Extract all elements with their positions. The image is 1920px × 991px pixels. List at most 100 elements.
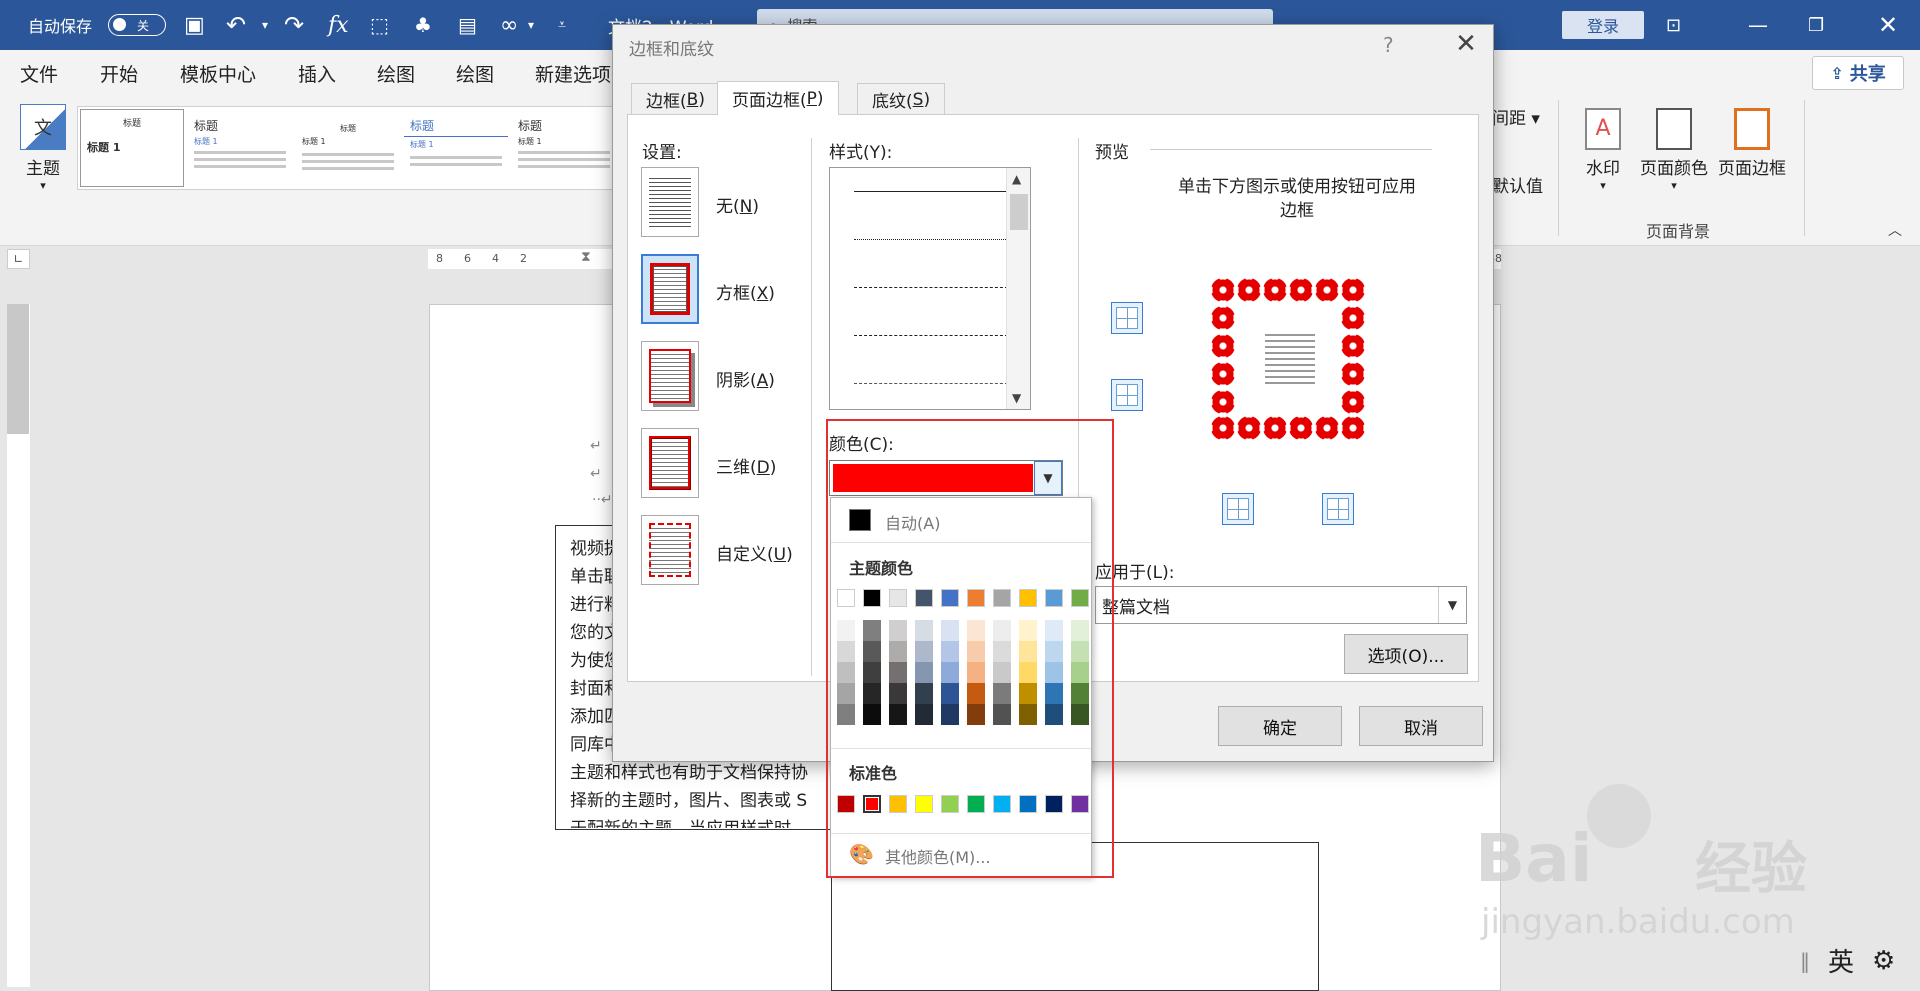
help-icon[interactable]: ? [1383, 33, 1394, 57]
login-button[interactable]: 登录 [1562, 11, 1644, 39]
bottom-border-button[interactable] [1111, 379, 1143, 411]
minimize-icon[interactable]: — [1748, 0, 1768, 50]
options-button[interactable]: 选项(O)... [1344, 634, 1468, 674]
ime-language-label[interactable]: 英 [1828, 942, 1854, 979]
customize-toolbar-icon[interactable]: ⩡ [558, 0, 566, 50]
style-set-item[interactable]: 标题 标题 1 [404, 109, 508, 187]
flower-border-art [1315, 416, 1339, 440]
style-option-dash[interactable] [854, 335, 1018, 336]
page-border-button[interactable]: 页面边框 [1714, 108, 1790, 179]
page-color-button[interactable]: 页面颜色 ▾ [1636, 108, 1712, 192]
apply-to-dropdown[interactable]: 整篇文档 ▼ [1095, 586, 1467, 624]
close-icon[interactable]: ✕ [1449, 29, 1483, 63]
more-dropdown-icon[interactable]: ▾ [528, 0, 534, 50]
tab-shading[interactable]: 底纹(S) [857, 83, 946, 115]
paragraph-mark: ↵ [590, 438, 602, 454]
redo-icon[interactable]: ↷ [284, 0, 304, 50]
flower-border-art [1263, 416, 1287, 440]
border-preview[interactable] [1211, 278, 1366, 440]
style-option-dash-dot[interactable] [854, 383, 1018, 384]
flower-border-art [1211, 390, 1235, 414]
style-set-item[interactable]: 标题 标题 1 [188, 109, 292, 187]
flower-border-art [1341, 306, 1365, 330]
style-set-heading: 标题 1 [302, 137, 326, 146]
watermark-label: 水印 [1586, 159, 1620, 179]
right-border-button[interactable] [1322, 493, 1354, 525]
flower-border-art [1237, 278, 1261, 302]
vertical-ruler[interactable] [7, 304, 30, 987]
flower-border-art [1237, 416, 1261, 440]
page-border-icon [1734, 108, 1770, 150]
setting-none-label[interactable]: 无(N) [716, 192, 759, 217]
close-window-icon[interactable]: ✕ [1878, 0, 1898, 50]
scroll-down-icon[interactable]: ▼ [1012, 391, 1021, 405]
tab-selector-icon[interactable]: ∟ [7, 249, 30, 269]
tab-new-options[interactable]: 新建选项 [535, 60, 611, 87]
spacing-button[interactable]: 间距 ▾ [1492, 104, 1540, 129]
tab-draw[interactable]: 绘图 [377, 60, 415, 87]
tab-template-center[interactable]: 模板中心 [180, 60, 256, 87]
indent-marker-icon[interactable]: ⧗ [581, 249, 591, 265]
autosave-toggle[interactable]: 关 [108, 14, 166, 36]
document-icon[interactable]: ▤ [458, 0, 477, 50]
tab-home[interactable]: 开始 [100, 60, 138, 87]
set-default-button[interactable]: 默认值 [1492, 172, 1543, 197]
setting-custom-icon[interactable] [641, 515, 699, 585]
formula-icon[interactable]: fx [328, 0, 349, 50]
setting-shadow-label[interactable]: 阴影(A) [716, 366, 775, 391]
setting-3d-label[interactable]: 三维(D) [716, 453, 776, 478]
style-set-item[interactable]: 标题 标题 1 [296, 109, 400, 187]
flower-border-art [1289, 416, 1313, 440]
style-option-solid[interactable] [854, 191, 1018, 192]
save-icon[interactable]: ▣ [184, 0, 205, 50]
share-button[interactable]: ⇪ 共享 [1812, 56, 1904, 90]
ok-button[interactable]: 确定 [1218, 706, 1342, 746]
style-set-item[interactable]: 标题 标题 1 [512, 109, 616, 187]
style-set-item[interactable]: 标题 标题 1 [80, 109, 184, 187]
tab-borders[interactable]: 边框(B) [631, 83, 720, 115]
ime-indicator[interactable]: ‖ 英 ⚙ [1800, 930, 1920, 991]
setting-custom-label[interactable]: 自定义(U) [716, 540, 793, 565]
undo-dropdown-icon[interactable]: ▾ [262, 0, 268, 50]
border-style-list[interactable]: ▲ ▼ [829, 167, 1031, 410]
tab-page-border[interactable]: 页面边框(P) [717, 81, 839, 115]
setting-box-label[interactable]: 方框(X) [716, 279, 775, 304]
style-option-small-dash[interactable] [854, 287, 1018, 288]
themes-button[interactable]: 文 主题 ▾ [18, 104, 68, 192]
ribbon-divider [1558, 100, 1559, 236]
chevron-down-icon[interactable]: ▼ [1438, 587, 1466, 623]
themes-label: 主题 [26, 159, 60, 179]
cancel-button[interactable]: 取消 [1359, 706, 1483, 746]
restore-icon[interactable]: ❐ [1808, 0, 1824, 50]
style-option-dotted[interactable] [854, 239, 1018, 240]
share-label: 共享 [1849, 64, 1886, 85]
tab-file[interactable]: 文件 [20, 60, 58, 87]
setting-none-icon[interactable] [641, 167, 699, 237]
setting-shadow-icon[interactable] [641, 341, 699, 411]
style-list-scrollbar[interactable]: ▲ ▼ [1006, 168, 1030, 409]
left-border-button[interactable] [1222, 493, 1254, 525]
watermark-url: jingyan.baidu.com [1481, 902, 1795, 942]
flower-border-art [1315, 278, 1339, 302]
select-icon[interactable]: ⬚ [370, 0, 389, 50]
style-set-title: 标题 [404, 109, 508, 137]
org-chart-icon[interactable]: ♣ [414, 0, 432, 50]
grip-icon: ‖ [1800, 948, 1810, 973]
collapse-ribbon-icon[interactable]: ︿ [1888, 220, 1902, 240]
setting-3d-icon[interactable] [641, 428, 699, 498]
tab-draw-2[interactable]: 绘图 [456, 60, 494, 87]
flower-border-art [1341, 362, 1365, 386]
settings-label: 设置: [642, 143, 682, 163]
gear-icon[interactable]: ⚙ [1872, 946, 1895, 976]
undo-icon[interactable]: ↶ [226, 0, 246, 50]
ribbon-display-icon[interactable]: ⊡ [1666, 0, 1681, 50]
top-border-button[interactable] [1111, 302, 1143, 334]
infinity-icon[interactable]: ∞ [500, 0, 518, 50]
flower-border-art [1341, 334, 1365, 358]
scroll-up-icon[interactable]: ▲ [1012, 172, 1021, 186]
theme-icon: 文 [20, 104, 66, 150]
setting-box-icon[interactable] [641, 254, 699, 324]
watermark-button[interactable]: A 水印 ▾ [1578, 108, 1628, 192]
scroll-thumb[interactable] [1010, 194, 1028, 230]
tab-insert[interactable]: 插入 [298, 60, 336, 87]
